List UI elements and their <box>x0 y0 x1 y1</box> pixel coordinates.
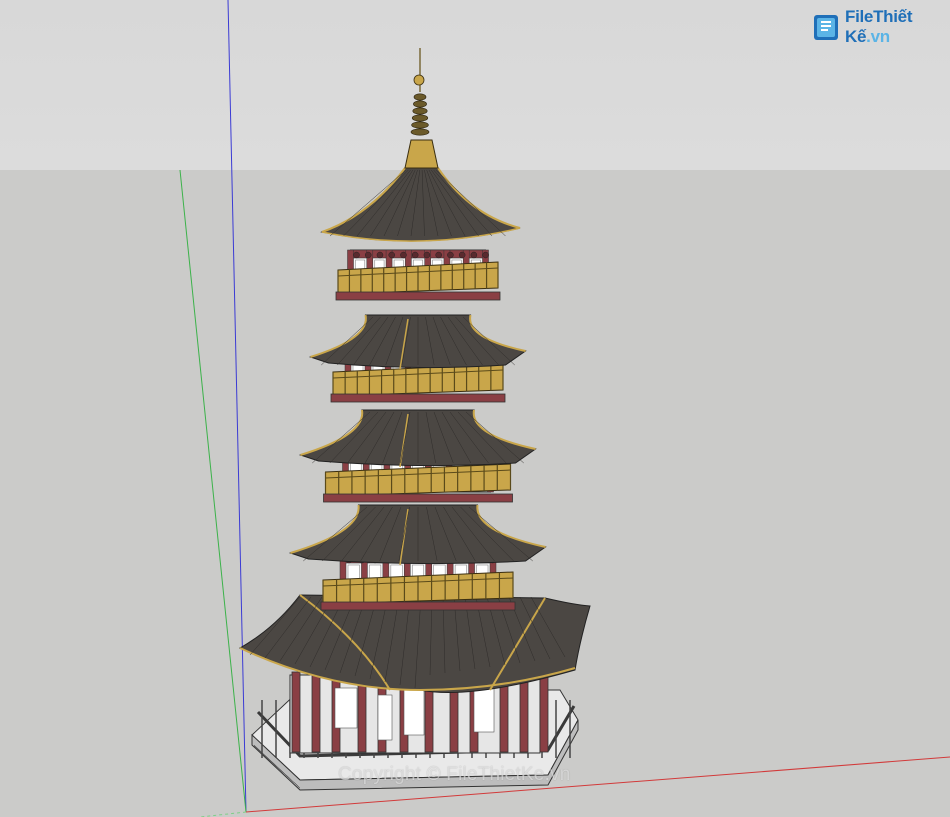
ground-floor-window <box>403 689 425 736</box>
finial-base <box>404 139 439 169</box>
ground-floor-column <box>311 671 321 753</box>
bracket-set <box>470 251 478 259</box>
finial-ring <box>413 93 427 101</box>
finial-ring <box>411 121 429 129</box>
logo-part-vn: .vn <box>866 27 890 46</box>
bracket-set <box>400 251 407 259</box>
logo-text: FileThiết Kế.vn <box>845 7 950 47</box>
ground-floor-column <box>539 671 549 753</box>
bracket-set <box>447 251 454 259</box>
file-logo-icon <box>812 12 842 42</box>
ground-floor-column <box>291 671 301 753</box>
blue-axis <box>227 0 247 813</box>
bracket-set <box>482 251 489 259</box>
balcony-floor <box>335 291 501 301</box>
bracket-set <box>411 251 419 259</box>
balcony-floor <box>323 493 513 503</box>
finial-orb <box>413 74 425 86</box>
bracket-set <box>435 251 442 259</box>
green-axis-dashed <box>199 811 247 817</box>
copyright-watermark: Copyright © FileThietKe.vn <box>338 764 571 785</box>
bracket-set <box>376 251 384 259</box>
green-axis <box>179 169 247 813</box>
bracket-set <box>458 251 466 259</box>
model-scene[interactable] <box>0 0 950 817</box>
ground-floor-window <box>473 687 495 733</box>
logo-part-file: File <box>845 7 874 26</box>
balcony-floor <box>320 601 516 611</box>
bracket-set <box>423 251 431 259</box>
pagoda-model[interactable] <box>238 48 591 791</box>
bracket-set <box>388 251 395 259</box>
finial-ring <box>410 128 430 136</box>
site-logo: FileThiết Kế.vn <box>812 7 950 46</box>
bracket-set <box>353 251 360 259</box>
bracket-set <box>364 251 372 259</box>
ground-floor-window <box>334 687 358 729</box>
roof-tier-top <box>320 167 521 242</box>
ground-floor-window <box>377 694 393 741</box>
finial-ring <box>411 114 429 122</box>
finial-ring <box>413 100 427 108</box>
finial-ring <box>412 107 428 115</box>
balcony-floor <box>330 393 506 403</box>
sketchup-viewport[interactable]: FileThiết Kế.vn Copyright © FileThietKe.… <box>0 0 950 817</box>
